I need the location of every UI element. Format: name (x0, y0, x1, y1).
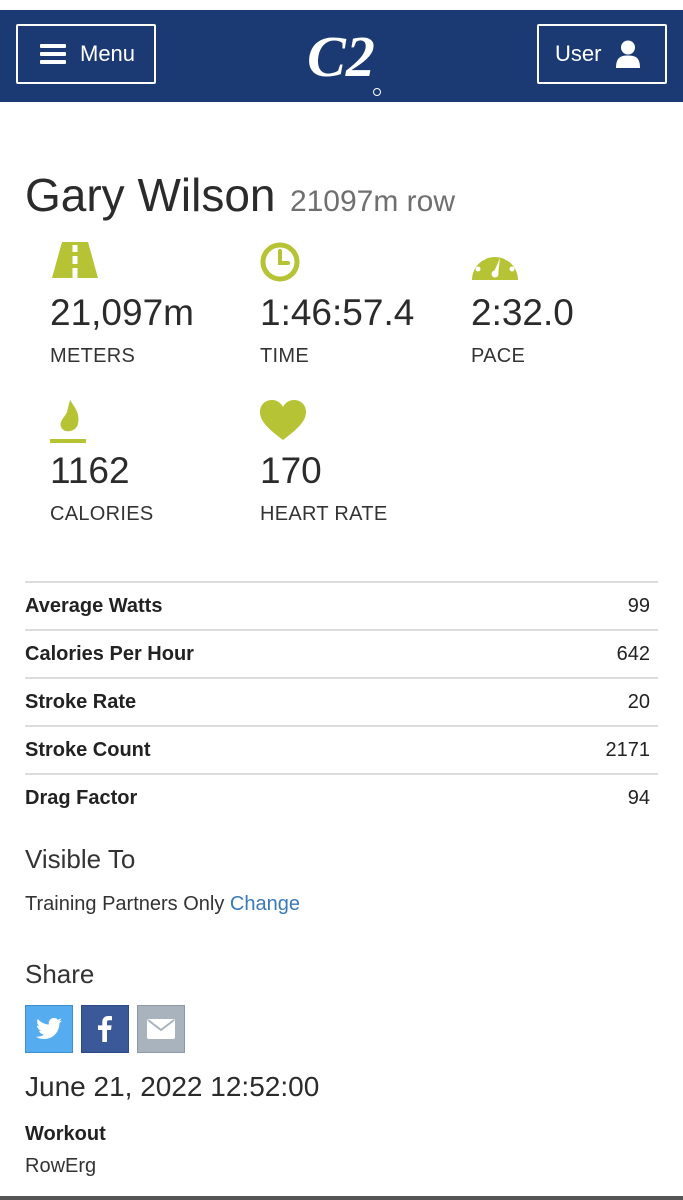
visibility-value: Training Partners Only (25, 893, 225, 915)
workout-details-table: Average Watts 99 Calories Per Hour 642 S… (25, 581, 658, 821)
stat-label: CALORIES (50, 503, 154, 525)
workout-type-label: Workout (25, 1123, 106, 1145)
stat-label: PACE (471, 345, 526, 367)
table-row: Calories Per Hour 642 (25, 629, 658, 677)
detail-label: Average Watts (25, 594, 163, 617)
share-email-button[interactable] (137, 1005, 185, 1053)
detail-value: 20 (627, 690, 650, 713)
detail-label: Stroke Rate (25, 690, 137, 713)
logo-text: C2 (307, 24, 375, 89)
stat-value: 1162 (50, 450, 130, 491)
flame-icon (50, 400, 86, 443)
table-row: Drag Factor 94 (25, 773, 658, 821)
email-icon (147, 1019, 175, 1039)
bottom-divider (0, 1196, 683, 1200)
table-row: Stroke Count 2171 (25, 725, 658, 773)
hamburger-icon (40, 44, 66, 64)
detail-value: 2171 (605, 738, 651, 761)
stat-pace: 2:32.0 PACE (471, 242, 671, 368)
table-row: Stroke Rate 20 (25, 677, 658, 725)
concept2-logo[interactable]: C2 (297, 18, 387, 98)
heart-icon (260, 400, 306, 440)
detail-value: 94 (627, 786, 650, 809)
road-icon (52, 242, 98, 278)
twitter-icon (36, 1018, 62, 1039)
stat-value: 2:32.0 (471, 292, 574, 333)
c2-logo-icon: C2 (307, 24, 381, 96)
stat-calories: 1162 CALORIES (50, 400, 250, 526)
stat-value: 21,097m (50, 292, 194, 333)
share-heading: Share (25, 959, 95, 989)
stat-label: TIME (260, 345, 309, 367)
workout-description: 21097m row (289, 185, 456, 218)
menu-button[interactable]: Menu (16, 24, 156, 84)
detail-label: Stroke Count (25, 738, 151, 761)
top-nav-bar: Menu C2 User (0, 10, 683, 102)
stat-label: HEART RATE (260, 503, 388, 525)
user-icon (616, 40, 641, 68)
facebook-icon (98, 1016, 112, 1042)
detail-label: Calories Per Hour (25, 642, 194, 665)
workout-date: June 21, 2022 12:52:00 (25, 1071, 320, 1102)
stat-time: 1:46:57.4 TIME (260, 242, 460, 368)
detail-value: 99 (627, 594, 650, 617)
share-facebook-button[interactable] (81, 1005, 129, 1053)
table-row: Average Watts 99 (25, 581, 658, 629)
stat-value: 1:46:57.4 (260, 292, 415, 333)
workout-type-value: RowErg (25, 1155, 97, 1177)
stat-value: 170 (260, 450, 322, 491)
detail-label: Drag Factor (25, 786, 138, 809)
speedometer-icon (472, 249, 518, 280)
share-twitter-button[interactable] (25, 1005, 73, 1053)
clock-icon (260, 242, 300, 282)
stat-heart-rate: 170 HEART RATE (260, 400, 460, 526)
stat-meters: 21,097m METERS (50, 242, 250, 368)
detail-value: 642 (616, 642, 650, 665)
change-visibility-link[interactable]: Change (230, 893, 300, 915)
visible-to-heading: Visible To (25, 844, 136, 874)
menu-label: Menu (80, 41, 136, 66)
user-label: User (555, 41, 602, 66)
stat-label: METERS (50, 345, 136, 367)
visibility-setting: Training Partners Only Change (25, 893, 300, 916)
workout-title: Gary Wilson 21097m row (25, 168, 455, 222)
athlete-name: Gary Wilson (25, 169, 276, 221)
user-button[interactable]: User (537, 24, 667, 84)
